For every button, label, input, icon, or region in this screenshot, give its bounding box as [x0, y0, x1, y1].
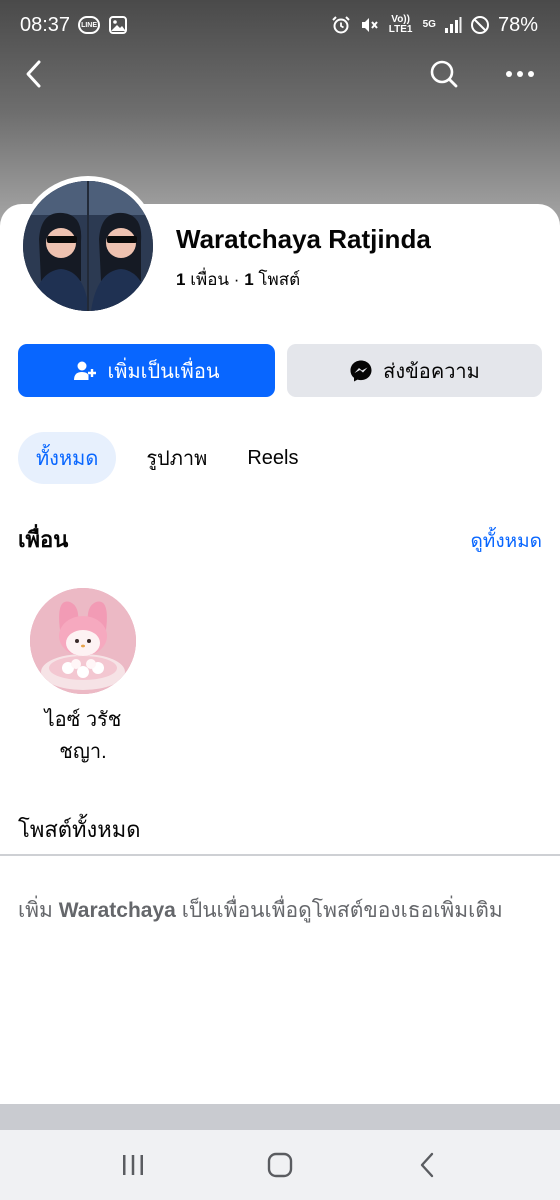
friend-name-line1: ไอซ์ วรัช: [44, 709, 122, 731]
friends-word: เพื่อน: [190, 270, 230, 289]
do-not-disturb-icon: [470, 15, 490, 35]
posts-locked-message: เพิ่ม Waratchaya เป็นเพื่อนเพื่อดูโพสต์ข…: [18, 894, 542, 928]
status-time: 08:37: [20, 13, 71, 36]
signal-icon: [444, 16, 462, 34]
friend-name-line2: ชญา.: [59, 741, 107, 763]
friend-avatar: [30, 588, 136, 694]
more-button[interactable]: [500, 54, 540, 94]
posts-word: โพสต์: [258, 270, 301, 289]
profile-avatar[interactable]: [18, 176, 158, 316]
friend-name: ไอซ์ วรัช ชญา.: [20, 704, 146, 768]
friends-section-title: เพื่อน: [18, 527, 69, 552]
line-app-icon: LINE: [78, 16, 101, 34]
section-divider: [0, 854, 560, 856]
see-all-friends-link[interactable]: ดูทั้งหมด: [470, 526, 542, 556]
posts-msg-suffix: เป็นเพื่อนเพื่อดูโพสต์ของเธอเพิ่มเติม: [181, 899, 503, 922]
avatar-photo: [23, 181, 153, 311]
message-button[interactable]: ส่งข้อความ: [287, 344, 542, 397]
message-label: ส่งข้อความ: [383, 360, 480, 383]
mute-icon: [359, 15, 379, 35]
status-right: Vo)) LTE1 5G 78%: [331, 14, 538, 37]
profile-name: Waratchaya Ratjinda: [176, 224, 431, 254]
status-left: 08:37 LINE: [20, 14, 128, 37]
posts-section-title: โพสต์ทั้งหมด: [18, 817, 141, 842]
recent-apps-button[interactable]: [103, 1135, 163, 1195]
system-nav-bar: [0, 1130, 560, 1200]
search-button[interactable]: [424, 54, 464, 94]
friends-count: 1: [176, 270, 186, 289]
alarm-icon: [331, 15, 351, 35]
gallery-icon: [108, 15, 128, 35]
search-icon: [430, 60, 458, 88]
home-button[interactable]: [250, 1135, 310, 1195]
home-icon: [267, 1152, 293, 1178]
battery-percent: 78%: [497, 13, 538, 36]
more-dots-icon: [506, 71, 534, 77]
tab-all[interactable]: ทั้งหมด: [18, 432, 117, 484]
profile-tabs: ทั้งหมด รูปภาพ Reels: [18, 432, 317, 484]
posts-count: 1: [244, 270, 254, 289]
add-friend-label: เพิ่มเป็นเพื่อน: [107, 360, 220, 383]
bottom-band: [0, 1104, 560, 1130]
volte-indicator: Vo)) LTE1: [388, 14, 413, 35]
profile-stats: 1 เพื่อน · 1 โพสต์: [176, 266, 300, 293]
posts-msg-prefix: เพิ่ม: [18, 899, 53, 922]
friend-card[interactable]: ไอซ์ วรัช ชญา.: [20, 588, 146, 768]
top-nav: [0, 50, 560, 94]
tab-photos[interactable]: รูปภาพ: [128, 432, 225, 484]
back-arrow-icon: [420, 1152, 433, 1178]
recent-apps-icon: [123, 1155, 144, 1175]
stats-separator: ·: [233, 270, 240, 289]
chevron-left-icon: [26, 60, 41, 88]
add-person-icon: [74, 361, 97, 380]
back-button[interactable]: [14, 54, 54, 94]
messenger-icon: [350, 360, 372, 381]
add-friend-button[interactable]: เพิ่มเป็นเพื่อน: [18, 344, 275, 397]
5g-indicator: 5G: [422, 19, 436, 30]
posts-msg-name: Waratchaya: [58, 899, 176, 922]
status-bar: 08:37 LINE Vo)) LTE1 5G 78%: [0, 0, 560, 50]
tab-reels[interactable]: Reels: [229, 432, 316, 484]
system-back-button[interactable]: [397, 1135, 457, 1195]
